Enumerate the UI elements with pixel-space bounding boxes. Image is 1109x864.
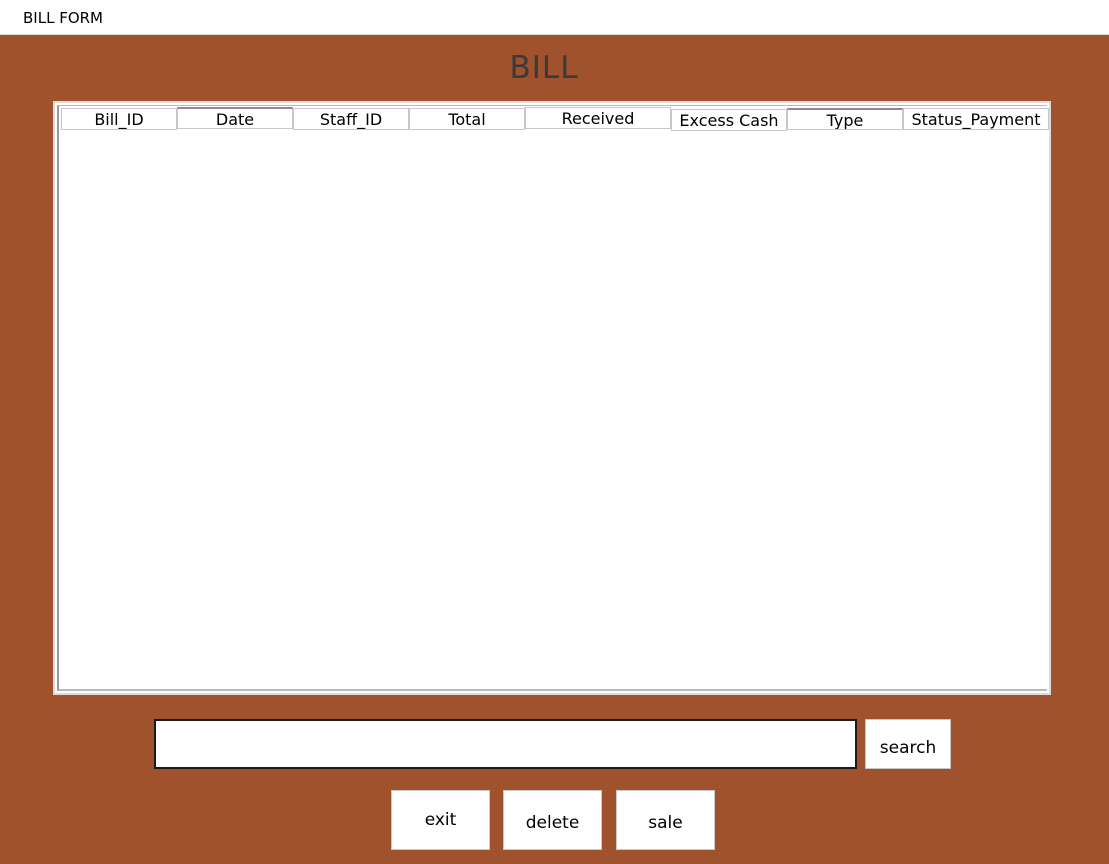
bill-form-window: BILL FORM BILL Bill_ID Date Staff_ID Tot… [0, 0, 1109, 864]
column-header-staff-id[interactable]: Staff_ID [293, 108, 409, 130]
title-bar: BILL FORM [0, 0, 1109, 35]
column-header-received[interactable]: Received [525, 107, 671, 129]
table-body[interactable]: Bill_ID Date Staff_ID Total Received Exc… [57, 105, 1049, 691]
column-header-status-payment[interactable]: Status_Payment [903, 108, 1049, 130]
sale-button[interactable]: sale [616, 790, 715, 850]
exit-button[interactable]: exit [391, 790, 490, 850]
page-title: BILL [509, 50, 579, 86]
column-header-total[interactable]: Total [409, 108, 525, 130]
window-title: BILL FORM [23, 9, 103, 27]
column-header-type[interactable]: Type [787, 108, 903, 130]
search-input[interactable] [154, 719, 857, 769]
search-button[interactable]: search [865, 719, 951, 769]
column-header-date[interactable]: Date [177, 107, 293, 129]
bill-table[interactable]: Bill_ID Date Staff_ID Total Received Exc… [53, 101, 1051, 695]
column-header-bill-id[interactable]: Bill_ID [61, 108, 177, 130]
delete-button[interactable]: delete [503, 790, 602, 850]
column-header-excess-cash[interactable]: Excess Cash [671, 109, 787, 131]
